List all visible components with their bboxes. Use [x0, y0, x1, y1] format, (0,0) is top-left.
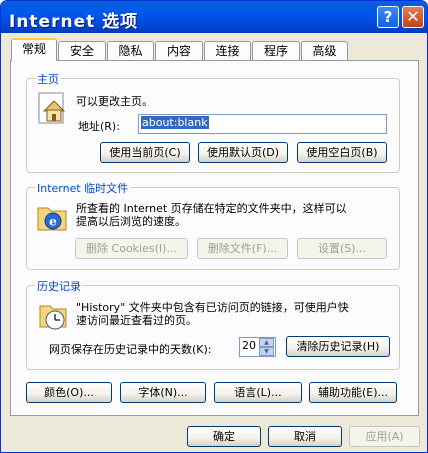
window-title: Internet 选项 [9, 12, 139, 32]
use-blank-button[interactable]: 使用空白页(B) [297, 142, 387, 163]
settings-button[interactable]: 设置(S)... [297, 238, 387, 259]
address-input[interactable]: about:blank [138, 114, 387, 134]
address-value: about:blank [141, 116, 209, 129]
apply-button[interactable]: 应用(A) [349, 426, 420, 447]
colors-button[interactable]: 颜色(O)... [26, 382, 112, 403]
tab-security[interactable]: 安全 [58, 41, 106, 60]
question-mark-icon: ? [383, 8, 393, 26]
tab-connections[interactable]: 连接 [204, 41, 251, 60]
address-label: 地址(R): [78, 120, 120, 133]
history-icon [39, 305, 67, 330]
svg-text:e: e [49, 215, 57, 229]
tab-advanced[interactable]: 高级 [301, 41, 348, 60]
home-page-legend: 主页 [35, 71, 61, 87]
history-days-stepper[interactable]: ▲ ▼ [259, 338, 274, 356]
tab-privacy[interactable]: 隐私 [107, 41, 154, 60]
use-current-button[interactable]: 使用当前页(C) [100, 142, 190, 163]
use-default-button[interactable]: 使用默认页(D) [198, 142, 288, 163]
history-description-2: 速访问最近查看过的页。 [76, 314, 197, 327]
delete-files-button[interactable]: 删除文件(F)... [197, 238, 288, 259]
temp-files-legend: Internet 临时文件 [35, 180, 131, 196]
help-button[interactable]: ? [377, 6, 399, 28]
history-days-label: 网页保存在历史记录中的天数(K): [49, 343, 212, 356]
languages-button[interactable]: 语言(L)... [214, 382, 302, 403]
history-days-value: 20 [242, 339, 256, 352]
tab-general[interactable]: 常规 [11, 38, 57, 61]
temp-files-description-2: 提高以后浏览的速度。 [76, 215, 186, 228]
spin-down-icon[interactable]: ▼ [259, 347, 274, 356]
close-icon: ✕ [406, 7, 420, 26]
internet-options-dialog: Internet 选项 ? ✕ 常规 安全 隐私 内容 连接 程序 高级 主页 … [0, 0, 428, 453]
clear-history-button[interactable]: 清除历史记录(H) [286, 336, 390, 357]
close-button[interactable]: ✕ [402, 6, 424, 28]
home-page-icon [38, 92, 66, 124]
history-legend: 历史记录 [35, 278, 83, 294]
home-description: 可以更改主页。 [76, 95, 153, 108]
general-tab-panel: 主页 可以更改主页。 地址(R): about:blank 使用当前页(C) 使… [10, 60, 419, 416]
fonts-button[interactable]: 字体(N)... [120, 382, 206, 403]
temp-folder-icon: e [37, 207, 67, 231]
tab-content[interactable]: 内容 [155, 41, 203, 60]
cancel-button[interactable]: 取消 [268, 426, 342, 447]
tab-programs[interactable]: 程序 [252, 41, 300, 60]
title-bar[interactable]: Internet 选项 ? ✕ [1, 1, 427, 33]
spin-up-icon[interactable]: ▲ [259, 338, 274, 347]
delete-cookies-button[interactable]: 删除 Cookies(I)... [75, 238, 188, 259]
ok-button[interactable]: 确定 [187, 426, 261, 447]
accessibility-button[interactable]: 辅助功能(E)... [309, 382, 397, 403]
